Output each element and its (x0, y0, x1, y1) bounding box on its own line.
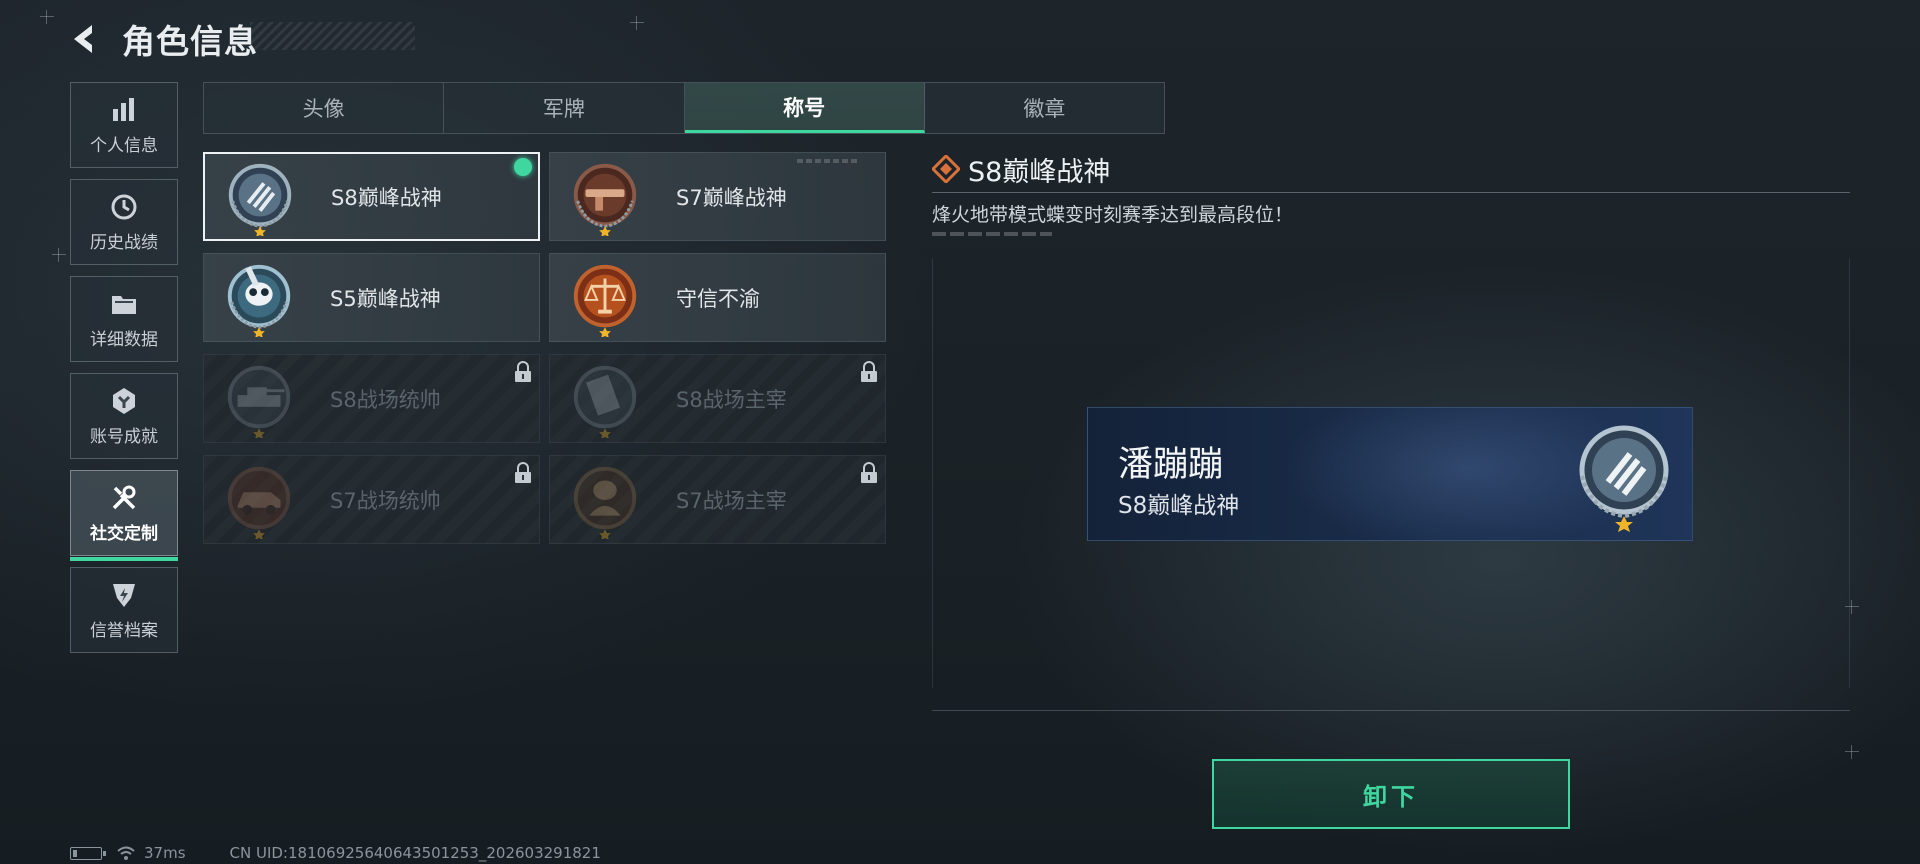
bar-chart-icon (113, 97, 134, 121)
title-card[interactable]: S8巅峰战神 (203, 152, 540, 241)
sidebar-item-details[interactable]: 详细数据 (70, 276, 178, 362)
s8-peak-emblem-icon (228, 163, 292, 236)
wifi-icon (117, 846, 135, 860)
sidebar-item-label: 个人信息 (90, 135, 158, 156)
title-card-label: S7巅峰战神 (676, 185, 787, 210)
equipped-indicator (514, 158, 532, 176)
sidebar-item-label: 历史战绩 (90, 232, 158, 253)
player-name: 潘蹦蹦 (1118, 445, 1224, 485)
unequip-button[interactable]: 卸下 (1212, 759, 1570, 829)
battery-icon (70, 846, 106, 860)
sidebar-item-label: 信誉档案 (90, 620, 158, 641)
page-title: 角色信息 (122, 22, 258, 61)
scales-emblem-icon (573, 264, 637, 337)
clock-icon (111, 194, 137, 219)
folder-icon (112, 295, 136, 314)
detail-title: S8巅峰战神 (968, 157, 1111, 188)
title-card-label: S8巅峰战神 (331, 185, 442, 210)
sidebar-item-credit[interactable]: 信誉档案 (70, 567, 178, 653)
vehicle-emblem-icon (227, 466, 291, 539)
title-grid: S8巅峰战神 S7巅峰战神 S5巅峰战神 守信不渝 S8战场统帅 S8战场主宰 … (203, 152, 886, 544)
shield-icon (113, 583, 135, 607)
title-diamond-icon (932, 155, 960, 183)
s8-peak-emblem-icon (1579, 425, 1669, 532)
decor-crosshair (1845, 745, 1859, 759)
uid-readout: CN UID:18106925640643501253_202603291821 (229, 844, 601, 862)
detail-description: 烽火地带模式蝶变时刻赛季达到最高段位！ (932, 204, 1294, 226)
preview-divider (932, 710, 1850, 711)
tab-title[interactable]: 称号 (684, 83, 925, 133)
ping-readout: 37ms (144, 844, 186, 862)
title-card[interactable]: 守信不渝 (549, 253, 886, 342)
title-card-locked[interactable]: S8战场主宰 (549, 354, 886, 443)
tank-emblem-icon (227, 365, 291, 438)
card-decoration (797, 159, 857, 163)
title-card-locked[interactable]: S7战场统帅 (203, 455, 540, 544)
title-card-label: S7战场统帅 (330, 488, 441, 513)
player-title: S8巅峰战神 (1118, 493, 1240, 519)
decor-crosshair (52, 248, 66, 262)
lock-icon (861, 462, 877, 483)
back-arrow-icon (74, 25, 92, 53)
tools-icon (112, 485, 136, 509)
title-card-label: 守信不渝 (676, 286, 760, 311)
tab-avatar[interactable]: 头像 (204, 83, 445, 133)
back-button[interactable] (62, 14, 102, 64)
detail-decoration (932, 232, 1052, 236)
tab-badge[interactable]: 徽章 (925, 83, 1164, 133)
title-card-locked[interactable]: S8战场统帅 (203, 354, 540, 443)
s7-peak-emblem-icon (573, 163, 637, 236)
sidebar-item-label: 社交定制 (90, 523, 158, 544)
sidebar-item-label: 详细数据 (90, 329, 158, 350)
building-emblem-icon (573, 365, 637, 438)
lock-icon (515, 361, 531, 382)
page-header: 角色信息 (62, 14, 422, 64)
sidebar-item-achievements[interactable]: 账号成就 (70, 373, 178, 459)
lock-icon (515, 462, 531, 483)
sidebar-item-profile[interactable]: 个人信息 (70, 82, 178, 168)
lock-icon (861, 361, 877, 382)
sidebar-item-history[interactable]: 历史战绩 (70, 179, 178, 265)
title-card-locked[interactable]: S7战场主宰 (549, 455, 886, 544)
soldier-emblem-icon (573, 466, 637, 539)
title-card[interactable]: S5巅峰战神 (203, 253, 540, 342)
s5-peak-emblem-icon (227, 264, 291, 337)
tab-bar: 头像 军牌 称号 徽章 (203, 82, 1165, 134)
title-card-label: S8战场主宰 (676, 387, 787, 412)
detail-divider (932, 192, 1850, 193)
decor-crosshair (40, 10, 54, 24)
title-card-label: S8战场统帅 (330, 387, 441, 412)
status-bar: 37ms CN UID:18106925640643501253_2026032… (70, 844, 601, 862)
title-card-label: S7战场主宰 (676, 488, 787, 513)
decor-crosshair (630, 16, 644, 30)
achievement-icon (113, 387, 135, 414)
sidebar-item-label: 账号成就 (90, 426, 158, 447)
sidebar: 个人信息 历史战绩 详细数据 账号成就 社交定制 信誉档案 (70, 82, 180, 664)
nameplate-preview: 潘蹦蹦 S8巅峰战神 (1087, 407, 1693, 541)
title-card[interactable]: S7巅峰战神 (549, 152, 886, 241)
sidebar-item-social[interactable]: 社交定制 (70, 470, 178, 561)
title-card-label: S5巅峰战神 (330, 286, 441, 311)
tab-dogtag[interactable]: 军牌 (444, 83, 685, 133)
